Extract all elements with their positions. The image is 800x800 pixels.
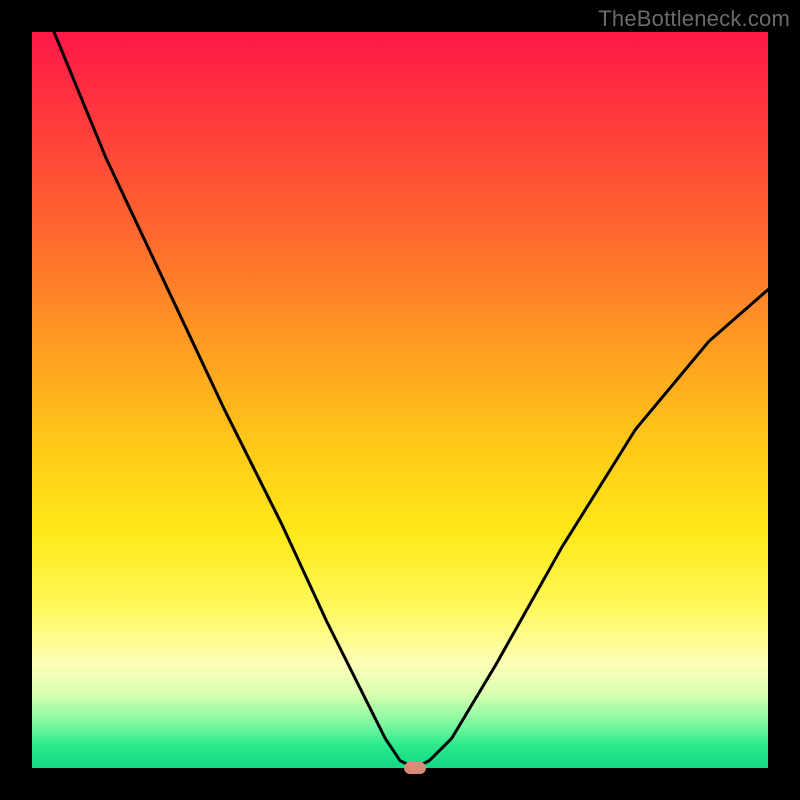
chart-frame: TheBottleneck.com [0,0,800,800]
optimal-point-marker [404,762,426,774]
bottleneck-curve [32,32,768,768]
watermark-text: TheBottleneck.com [598,6,790,32]
plot-area [32,32,768,768]
